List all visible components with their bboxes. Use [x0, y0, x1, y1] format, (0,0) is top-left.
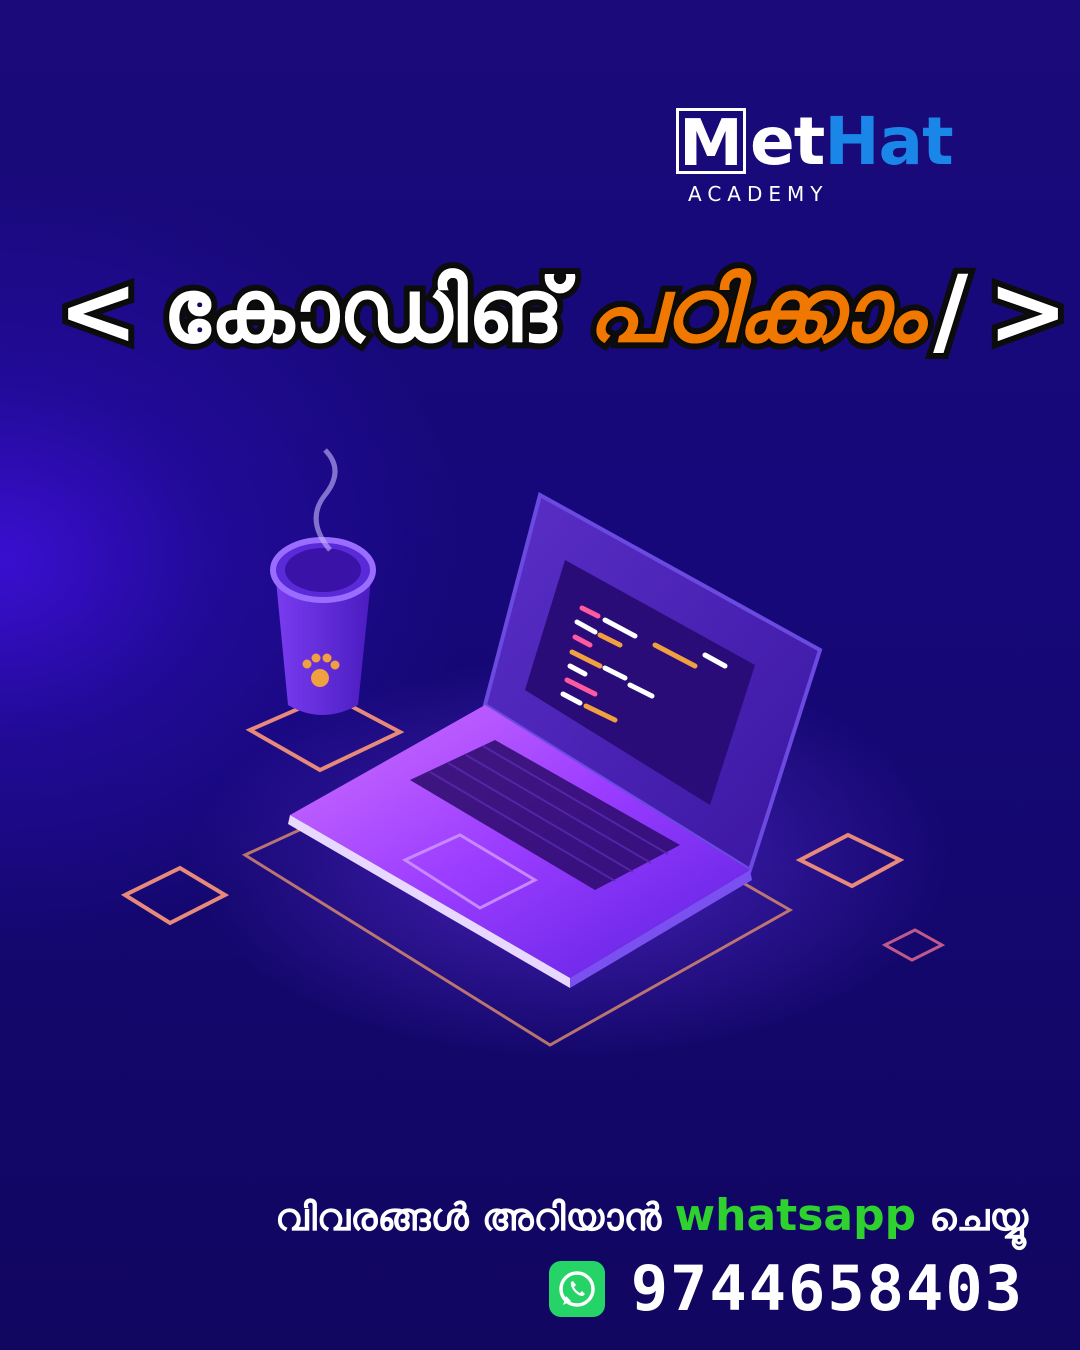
headline-word-learn: പഠിക്കാം	[581, 253, 929, 368]
contact-info-line: വിവരങ്ങൾ അറിയാൻ whatsapp ചെയ്യൂ	[275, 1190, 1028, 1241]
brand-logo: M et Hat ACADEMY	[676, 102, 976, 214]
logo-m-box: M	[676, 108, 746, 177]
whatsapp-word: whatsapp	[674, 1190, 917, 1241]
headline-word-coding: കോഡിങ്	[157, 253, 570, 368]
open-bracket: <	[52, 249, 145, 373]
info-suffix: ചെയ്യൂ	[929, 1195, 1028, 1239]
phone-number[interactable]: 9744658403	[631, 1252, 1024, 1325]
coffee-cup-icon	[270, 448, 376, 715]
logo-wordmark: M et Hat	[676, 102, 976, 180]
close-bracket: >	[982, 249, 1075, 373]
info-prefix: വിവരങ്ങൾ അറിയാൻ	[275, 1195, 662, 1239]
whatsapp-icon[interactable]	[548, 1260, 605, 1317]
logo-et: et	[750, 102, 825, 180]
logo-hat: Hat	[824, 102, 953, 180]
headline: < കോഡിങ് പഠിക്കാം / >	[52, 246, 1075, 376]
phone-row: 9744658403	[548, 1252, 1024, 1325]
logo-subtitle: ACADEMY	[688, 182, 829, 206]
laptop-illustration	[120, 448, 950, 1060]
slash: /	[927, 249, 974, 373]
